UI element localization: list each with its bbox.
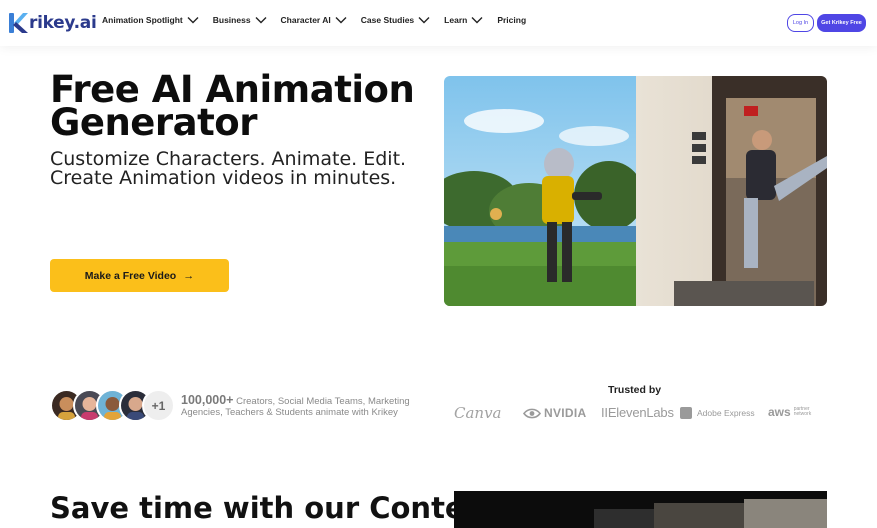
trusted-brand-logos: Canva NVIDIA IIElevenLabs Adobe Express …: [454, 404, 827, 424]
nav-label: Learn: [444, 15, 468, 25]
brand-name: rikey.ai: [29, 13, 97, 33]
chevron-down-icon: [418, 17, 430, 24]
adobe-icon: [680, 407, 692, 419]
nav-label: Character AI: [280, 15, 331, 25]
nav-label: Case Studies: [360, 15, 415, 25]
nav-label: Business: [212, 15, 251, 25]
main-menu: Animation Spotlight Business Character A…: [102, 15, 540, 25]
nvidia-logo: NVIDIA: [523, 406, 586, 420]
brand-label: Canva: [454, 404, 502, 422]
animation-preview-image: [444, 76, 827, 306]
get-krikey-free-button[interactable]: Get Krikey Free: [817, 14, 866, 32]
button-label: Make a Free Video: [84, 269, 177, 282]
nav-label: Animation Spotlight: [102, 15, 183, 25]
content-preview-image: [454, 491, 827, 528]
elevenlabs-logo: IIElevenLabs: [601, 405, 674, 420]
brand-label: aws: [768, 405, 791, 419]
aws-partner-network-logo: aws partner network: [768, 405, 827, 419]
make-free-video-button[interactable]: Make a Free Video →: [50, 259, 229, 292]
nav-label: Pricing: [497, 15, 527, 25]
brand-logo[interactable]: rikey.ai: [8, 11, 97, 35]
krikey-k-logo-icon: [8, 12, 28, 34]
login-button[interactable]: Log In: [787, 14, 814, 32]
top-navigation: rikey.ai Animation Spotlight Business Ch…: [0, 0, 877, 46]
trusted-by-heading: Trusted by: [608, 384, 662, 396]
chevron-down-icon: [255, 17, 267, 24]
brand-label: IIElevenLabs: [601, 405, 674, 420]
nav-learn[interactable]: Learn: [444, 15, 483, 25]
creators-statement: 100,000+ Creators, Social Media Teams, M…: [181, 393, 431, 418]
nav-case-studies[interactable]: Case Studies: [361, 15, 430, 25]
creator-count: 100,000+: [181, 393, 234, 407]
arrow-right-icon: →: [183, 269, 195, 282]
nav-character-ai[interactable]: Character AI: [281, 15, 347, 25]
nvidia-eye-icon: [523, 408, 541, 418]
adobe-express-logo: Adobe Express: [680, 407, 755, 419]
brand-label: NVIDIA: [544, 406, 587, 420]
hero-video-preview[interactable]: [444, 76, 827, 306]
chevron-down-icon: [187, 17, 199, 24]
brand-sublabel: partner network: [793, 406, 812, 417]
nav-business[interactable]: Business: [213, 15, 267, 25]
more-avatars-badge: +1: [142, 389, 175, 422]
chevron-down-icon: [471, 17, 483, 24]
creator-avatars: +1: [50, 389, 175, 422]
nav-pricing[interactable]: Pricing: [497, 15, 526, 25]
content-video-preview[interactable]: [454, 491, 827, 528]
chevron-down-icon: [335, 17, 347, 24]
canva-logo: Canva: [454, 404, 502, 422]
section-title: Save time with our Content: [50, 491, 500, 525]
hero-title: Free AI Animation Generator: [50, 68, 415, 144]
hero-subtitle: Customize Characters. Animate. Edit. Cre…: [50, 148, 407, 189]
nav-animation-spotlight[interactable]: Animation Spotlight: [102, 15, 199, 25]
brand-label: Adobe Express: [697, 408, 755, 418]
